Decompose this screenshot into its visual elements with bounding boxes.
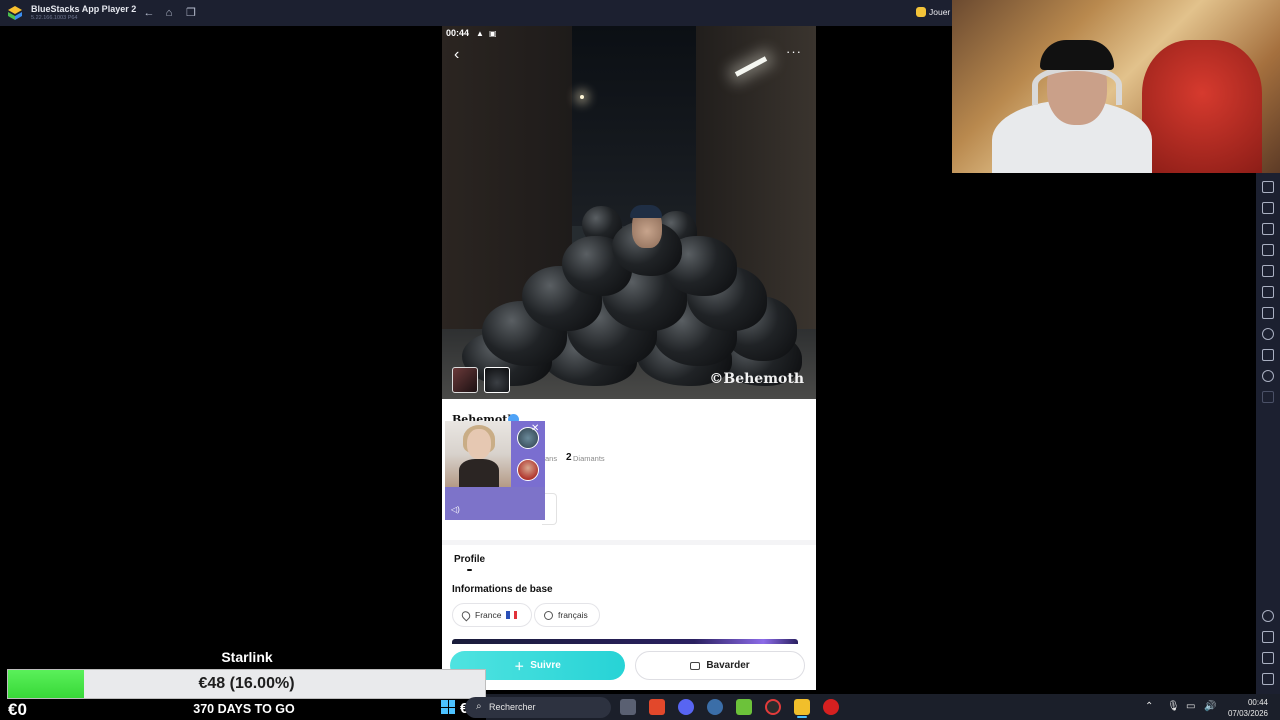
obs-icon[interactable] — [765, 699, 781, 715]
window-version: 5.22.166.1003 P64 — [31, 15, 78, 21]
globe-icon — [544, 610, 553, 620]
notification-icon: ▣ — [489, 29, 497, 38]
brave-browser-icon[interactable] — [649, 699, 665, 715]
windows-start-icon[interactable] — [441, 700, 455, 714]
cover-thumbnail-1[interactable] — [452, 367, 478, 393]
profile-cover-image: 00:44 ▲ ▣ ‹ ··· ©Behemoth — [442, 26, 816, 399]
diamonds-count: 2 — [566, 452, 572, 463]
status-time: 00:44 — [446, 28, 470, 38]
chat-bubble-icon — [690, 661, 701, 670]
plus-icon: ＋ — [514, 662, 525, 673]
record-icon[interactable] — [1262, 223, 1274, 235]
speaker-icon[interactable]: 🔊 — [1204, 701, 1216, 712]
goal-title: Starlink — [221, 649, 273, 665]
play-button-label: Jouer — [929, 7, 951, 17]
popup-controls-strip — [445, 487, 545, 520]
webcam-red-shirt — [1142, 40, 1262, 173]
settings-gear-icon[interactable] — [1262, 610, 1274, 622]
section-divider — [442, 540, 816, 545]
popup-close-icon[interactable]: ✕ — [531, 423, 539, 434]
search-icon: ⌕ — [476, 701, 482, 712]
microphone-icon[interactable]: 🎙 — [1167, 701, 1180, 712]
back-arrow-icon[interactable]: ← — [143, 7, 155, 19]
more-options-icon[interactable]: ··· — [786, 44, 802, 59]
taskbar-search-label: Rechercher — [489, 702, 536, 712]
window-title: BlueStacks App Player 2 — [31, 4, 137, 14]
language-label: français — [558, 610, 588, 620]
shake-icon[interactable] — [1262, 307, 1274, 319]
country-pill: France — [452, 603, 532, 627]
warning-icon: ▲ — [476, 29, 484, 38]
popup-avatar-2[interactable] — [517, 459, 539, 481]
airplane-icon[interactable] — [1262, 265, 1274, 277]
disabled-tool-icon — [1262, 391, 1274, 403]
garbage-bags — [462, 126, 802, 386]
tray-overflow-icon[interactable]: ⌃ — [1145, 701, 1153, 712]
france-flag-icon — [506, 611, 518, 619]
goal-progress-bar: €48 (16.00%) — [7, 669, 486, 699]
rotate-icon[interactable] — [1262, 286, 1274, 298]
youtube-icon[interactable] — [823, 699, 839, 715]
follow-button-label: Suivre — [530, 660, 561, 671]
section-title-basic-info: Informations de base — [452, 584, 553, 595]
bluestacks-logo-icon — [8, 6, 22, 20]
tab-active-indicator — [467, 569, 472, 571]
webcam-streamer — [992, 30, 1152, 173]
discord-icon[interactable] — [678, 699, 694, 715]
recent-apps-icon[interactable]: ❐ — [185, 7, 197, 19]
floating-live-popup[interactable]: ✕ ◁) — [445, 421, 545, 520]
performance-icon[interactable] — [1262, 181, 1274, 193]
location-icon[interactable] — [1262, 328, 1274, 340]
goal-amount: €48 (16.00%) — [198, 675, 295, 692]
webcam-feed — [952, 0, 1280, 173]
taskbar-search-box[interactable] — [465, 697, 611, 718]
bluestacks-titlebar: BlueStacks App Player 2 5.22.166.1003 P6… — [0, 0, 952, 26]
phone-screen: 00:44 ▲ ▣ ‹ ··· ©Behemoth Behemoth ans 2… — [442, 26, 816, 690]
play-button[interactable]: Jouer — [916, 7, 950, 17]
gamepad-icon — [916, 7, 926, 17]
location-pin-icon — [459, 608, 473, 622]
volume-icon[interactable]: ◁) — [451, 505, 460, 514]
fans-label: ans — [545, 454, 558, 463]
cover-thumbnail-2[interactable] — [484, 367, 510, 393]
bluestacks-sidebar — [1256, 173, 1280, 720]
media-folder-icon[interactable] — [1262, 244, 1274, 256]
popup-video-feed — [445, 421, 511, 487]
android-recents-icon[interactable] — [1262, 673, 1274, 685]
tab-profile[interactable]: Profile — [454, 554, 485, 565]
screen: BlueStacks App Player 2 5.22.166.1003 P6… — [0, 0, 1280, 720]
active-app-indicator — [797, 716, 807, 718]
diamonds-label: Diamants — [573, 454, 605, 463]
taskbar-clock-time[interactable]: 00:44 — [1240, 698, 1268, 707]
language-pill: français — [534, 603, 600, 627]
network-icon[interactable]: ▭ — [1186, 701, 1195, 712]
taskbar-clock-date[interactable]: 07/03/2026 — [1222, 709, 1268, 718]
bluestacks-taskbar-icon[interactable] — [794, 699, 810, 715]
chat-button-label: Bavarder — [706, 660, 750, 671]
image-watermark: ©Behemoth — [709, 371, 804, 387]
spreadsheet-app-icon[interactable] — [736, 699, 752, 715]
task-view-icon[interactable] — [620, 699, 636, 715]
android-back-icon[interactable] — [1262, 631, 1274, 643]
home-icon[interactable]: ⌂ — [163, 7, 175, 19]
country-label: France — [475, 610, 502, 620]
screenshot-icon[interactable] — [1262, 202, 1274, 214]
goal-days-remaining: 370 DAYS TO GO — [193, 702, 295, 716]
profile-action-bar: ＋ Suivre Bavarder — [442, 644, 816, 690]
android-home-icon[interactable] — [1262, 652, 1274, 664]
macro-icon[interactable] — [1262, 370, 1274, 382]
chat-button[interactable]: Bavarder — [635, 651, 805, 680]
layers-icon[interactable] — [1262, 349, 1274, 361]
settings-app-icon[interactable] — [707, 699, 723, 715]
back-chevron-icon[interactable]: ‹ — [454, 46, 459, 64]
